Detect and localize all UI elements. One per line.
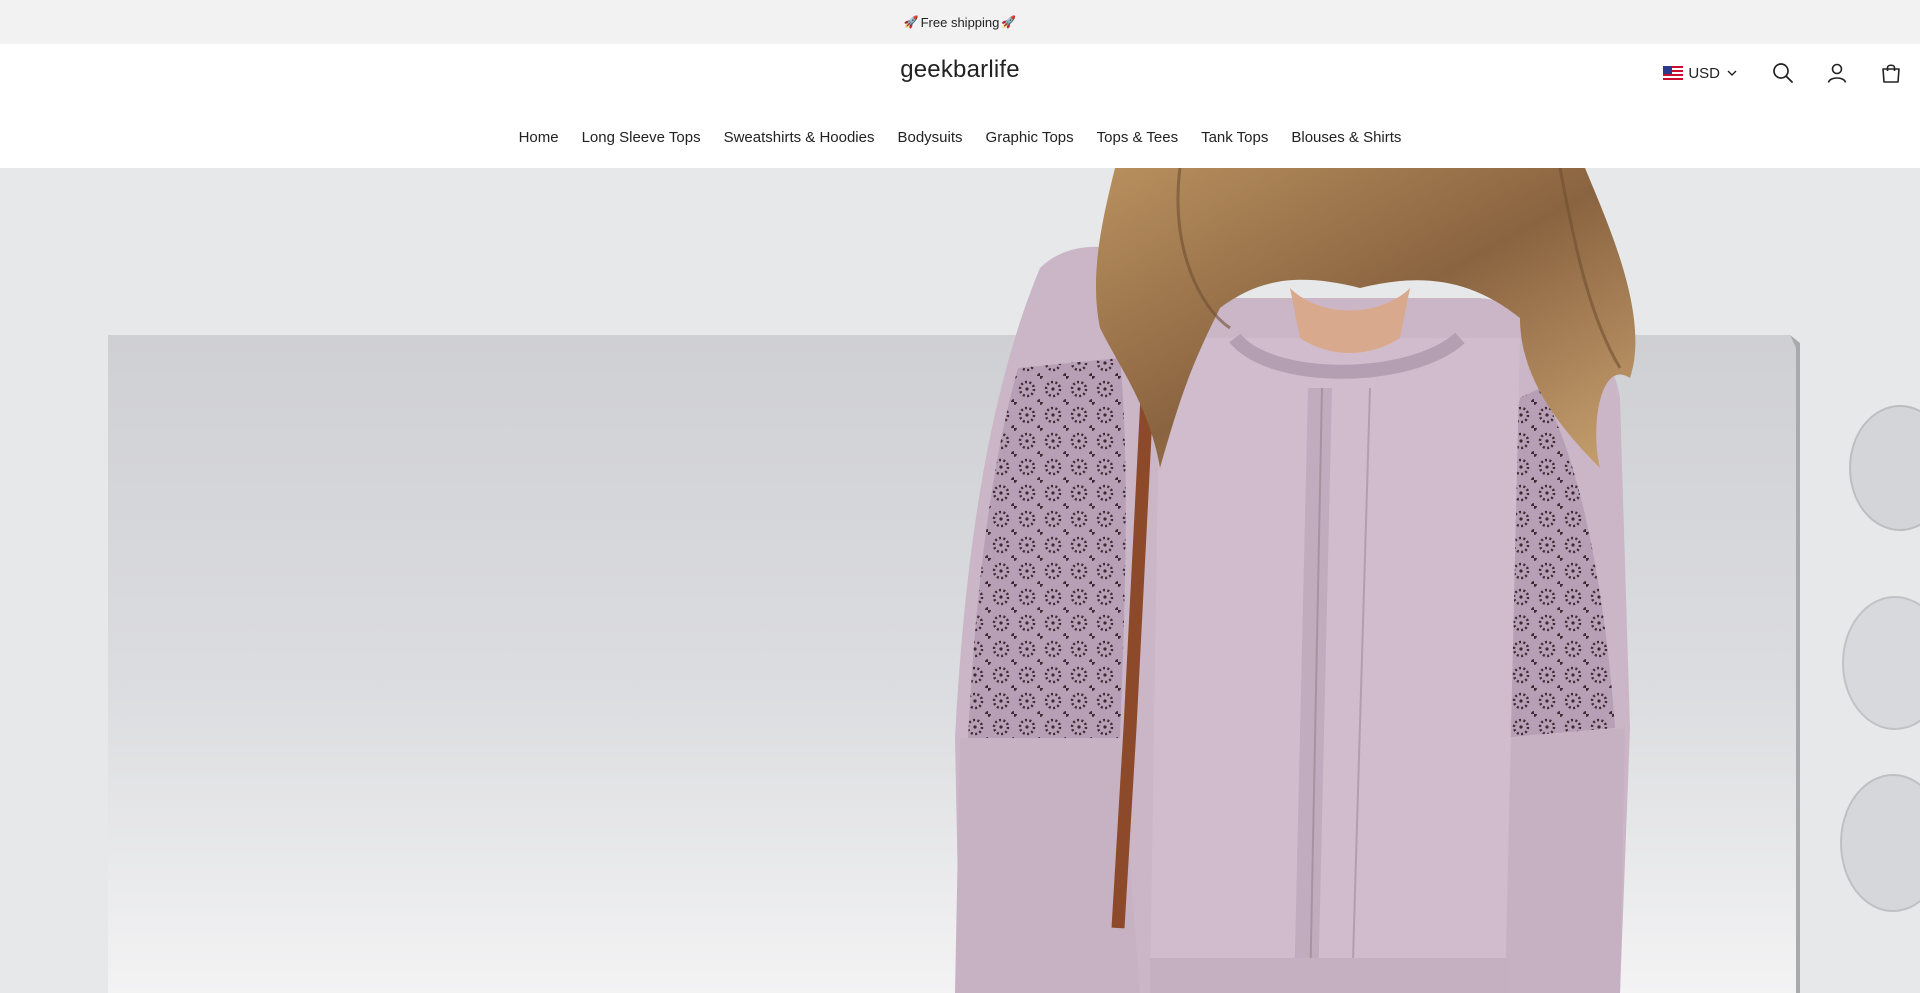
site-header: geekbarlife USD Home Long Sleeve Tops Sw… (0, 44, 1920, 168)
nav-item-blouses-shirts[interactable]: Blouses & Shirts (1291, 129, 1401, 146)
cart-icon (1882, 64, 1900, 83)
nav-item-tops-tees[interactable]: Tops & Tees (1097, 129, 1178, 146)
us-flag-icon (1663, 66, 1684, 80)
chevron-down-icon (1727, 70, 1737, 76)
store-logo[interactable]: geekbarlife (0, 56, 1920, 84)
header-tools: USD (1663, 58, 1920, 88)
nav-item-tank-tops[interactable]: Tank Tops (1201, 129, 1268, 146)
rocket-icon: 🚀 (1001, 15, 1017, 29)
hero-banner[interactable] (0, 168, 1920, 993)
search-icon (1773, 63, 1793, 83)
main-nav: Home Long Sleeve Tops Sweatshirts & Hood… (0, 124, 1920, 150)
account-icon (1827, 63, 1847, 83)
nav-item-graphic-tops[interactable]: Graphic Tops (986, 129, 1074, 146)
announcement-bar: 🚀 Free shipping 🚀 (0, 0, 1920, 44)
hero-image (0, 168, 1920, 993)
announcement-text: Free shipping (920, 14, 1000, 30)
nav-item-home[interactable]: Home (519, 129, 559, 146)
nav-item-bodysuits[interactable]: Bodysuits (897, 129, 962, 146)
cart-button[interactable] (1878, 60, 1904, 86)
currency-selector[interactable]: USD (1663, 65, 1738, 82)
search-button[interactable] (1770, 60, 1796, 86)
rocket-icon: 🚀 (903, 15, 919, 29)
nav-item-long-sleeve-tops[interactable]: Long Sleeve Tops (582, 129, 701, 146)
currency-label: USD (1688, 64, 1720, 82)
nav-item-sweatshirts-hoodies[interactable]: Sweatshirts & Hoodies (724, 129, 875, 146)
account-button[interactable] (1824, 60, 1850, 86)
